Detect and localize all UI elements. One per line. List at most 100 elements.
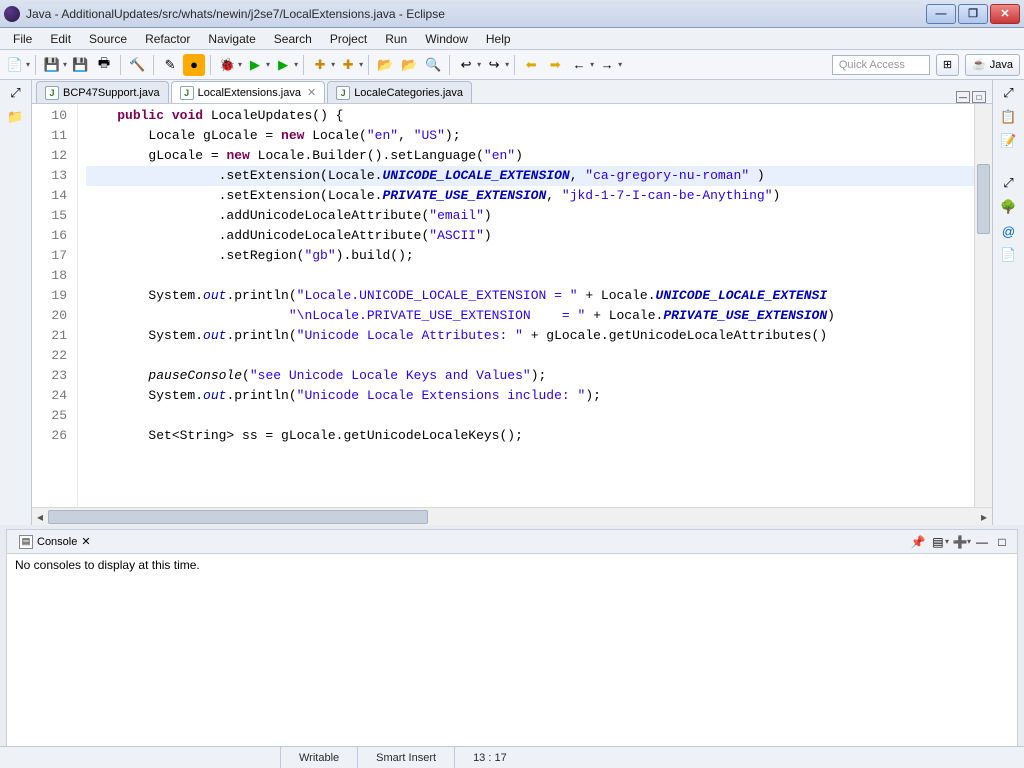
declaration-icon[interactable]: 📄 (1000, 246, 1018, 264)
console-icon: ▤ (19, 535, 33, 549)
pin-console-button[interactable]: 📌 (909, 533, 927, 551)
titlebar: Java - AdditionalUpdates/src/whats/newin… (0, 0, 1024, 28)
code-line[interactable]: .addUnicodeLocaleAttribute("ASCII") (86, 226, 974, 246)
scroll-thumb[interactable] (977, 164, 990, 234)
code-line[interactable]: Set<String> ss = gLocale.getUnicodeLocal… (86, 426, 974, 446)
dropdown-icon[interactable]: ▾ (359, 60, 363, 69)
restore-icon[interactable]: ⤢ (1000, 84, 1018, 102)
minimize-view-button[interactable]: — (973, 533, 991, 551)
console-tab[interactable]: ▤ Console ✕ (13, 533, 97, 551)
menu-run[interactable]: Run (376, 30, 416, 48)
close-button[interactable]: ✕ (990, 4, 1020, 24)
close-icon[interactable]: ✕ (307, 86, 316, 99)
code-line[interactable]: .setExtension(Locale.PRIVATE_USE_EXTENSI… (86, 186, 974, 206)
scroll-right-icon[interactable]: ▸ (976, 510, 992, 524)
save-all-button[interactable]: 💾 (69, 54, 91, 76)
java-perspective-button[interactable]: ☕Java (965, 54, 1020, 76)
dropdown-icon[interactable]: ▾ (477, 60, 481, 69)
dropdown-icon[interactable]: ▾ (505, 60, 509, 69)
code-line[interactable]: pauseConsole("see Unicode Locale Keys an… (86, 366, 974, 386)
build-button[interactable]: 🔨 (126, 54, 148, 76)
forward-button[interactable]: ➡ (544, 54, 566, 76)
menu-source[interactable]: Source (80, 30, 136, 48)
code-line[interactable] (86, 266, 974, 286)
task-list-icon[interactable]: 📝 (1000, 132, 1018, 150)
type-hierarchy-icon[interactable]: 🌳 (1000, 198, 1018, 216)
save-button[interactable]: 💾 (41, 54, 63, 76)
editor-tab[interactable]: JLocaleCategories.java (327, 81, 472, 103)
annotation-next-button[interactable]: ↪ (483, 54, 505, 76)
dropdown-icon[interactable]: ▾ (967, 537, 971, 546)
dropdown-icon[interactable]: ▾ (618, 60, 622, 69)
close-icon[interactable]: ✕ (81, 535, 90, 548)
dropdown-icon[interactable]: ▾ (238, 60, 242, 69)
run-button[interactable]: ▶ (244, 54, 266, 76)
new-java-button[interactable]: ✚ (309, 54, 331, 76)
code-line[interactable]: Locale gLocale = new Locale("en", "US"); (86, 126, 974, 146)
tab-label: BCP47Support.java (63, 87, 160, 99)
minimize-button[interactable]: — (926, 4, 956, 24)
run-last-button[interactable]: ▶ (272, 54, 294, 76)
dropdown-icon[interactable]: ▾ (266, 60, 270, 69)
editor-tab[interactable]: JBCP47Support.java (36, 81, 169, 103)
editor-tab[interactable]: JLocalExtensions.java✕ (171, 81, 326, 103)
new-package-button[interactable]: ✚ (337, 54, 359, 76)
code-line[interactable]: System.out.println("Unicode Locale Attri… (86, 326, 974, 346)
hscroll-thumb[interactable] (48, 510, 428, 524)
dropdown-icon[interactable]: ▾ (331, 60, 335, 69)
code-line[interactable]: public void LocaleUpdates() { (86, 106, 974, 126)
menu-help[interactable]: Help (477, 30, 520, 48)
print-button[interactable]: 🖶 (93, 54, 115, 76)
menu-window[interactable]: Window (416, 30, 477, 48)
dropdown-icon[interactable]: ▾ (26, 60, 30, 69)
code-line[interactable] (86, 406, 974, 426)
code-line[interactable]: gLocale = new Locale.Builder().setLangua… (86, 146, 974, 166)
code-line[interactable]: System.out.println("Unicode Locale Exten… (86, 386, 974, 406)
search-button[interactable]: 🔍 (422, 54, 444, 76)
menu-edit[interactable]: Edit (41, 30, 80, 48)
nav-back-button[interactable]: ← (568, 54, 590, 76)
code-line[interactable]: "\nLocale.PRIVATE_USE_EXTENSION = " + Lo… (86, 306, 974, 326)
vertical-scrollbar[interactable] (974, 104, 992, 507)
annotation-prev-button[interactable]: ↩ (455, 54, 477, 76)
open-type-button[interactable]: 📂 (374, 54, 396, 76)
dropdown-icon[interactable]: ▾ (590, 60, 594, 69)
code-line[interactable] (86, 346, 974, 366)
dropdown-icon[interactable]: ▾ (63, 60, 67, 69)
debug-button[interactable]: 🐞 (216, 54, 238, 76)
maximize-button[interactable]: ❐ (958, 4, 988, 24)
dropdown-icon[interactable]: ▾ (294, 60, 298, 69)
tab-label: LocalExtensions.java (198, 87, 301, 99)
code-line[interactable]: System.out.println("Locale.UNICODE_LOCAL… (86, 286, 974, 306)
horizontal-scrollbar[interactable]: ◂ ▸ (32, 507, 992, 525)
toggle-button[interactable]: ✎ (159, 54, 181, 76)
open-perspective-button[interactable]: ⊞ (936, 54, 959, 76)
code-line[interactable]: .addUnicodeLocaleAttribute("email") (86, 206, 974, 226)
javadoc-icon[interactable]: @ (1000, 222, 1018, 240)
quick-access-input[interactable]: Quick Access (832, 55, 930, 75)
menu-navigate[interactable]: Navigate (199, 30, 264, 48)
maximize-view-button[interactable]: □ (993, 533, 1011, 551)
restore-icon[interactable]: ⤢ (7, 84, 25, 102)
code-content[interactable]: public void LocaleUpdates() { Locale gLo… (78, 104, 974, 507)
menu-file[interactable]: File (4, 30, 41, 48)
menu-search[interactable]: Search (265, 30, 321, 48)
restore-icon[interactable]: ⤢ (1000, 174, 1018, 192)
package-explorer-icon[interactable]: 📁 (7, 108, 25, 126)
back-button[interactable]: ⬅ (520, 54, 542, 76)
code-line[interactable]: .setRegion("gb").build(); (86, 246, 974, 266)
new-button[interactable]: 📄 (4, 54, 26, 76)
dropdown-icon[interactable]: ▾ (945, 537, 949, 546)
menu-refactor[interactable]: Refactor (136, 30, 199, 48)
code-editor[interactable]: 1011121314151617181920212223242526 publi… (32, 104, 992, 507)
outline-icon[interactable]: 📋 (1000, 108, 1018, 126)
scroll-left-icon[interactable]: ◂ (32, 510, 48, 524)
open-task-button[interactable]: 📂 (398, 54, 420, 76)
minimize-editor-button[interactable]: — (956, 91, 970, 103)
maximize-editor-button[interactable]: □ (972, 91, 986, 103)
code-line[interactable]: .setExtension(Locale.UNICODE_LOCALE_EXTE… (86, 166, 974, 186)
menu-project[interactable]: Project (321, 30, 376, 48)
mark-button[interactable]: ● (183, 54, 205, 76)
separator (210, 55, 211, 75)
nav-forward-button[interactable]: → (596, 54, 618, 76)
